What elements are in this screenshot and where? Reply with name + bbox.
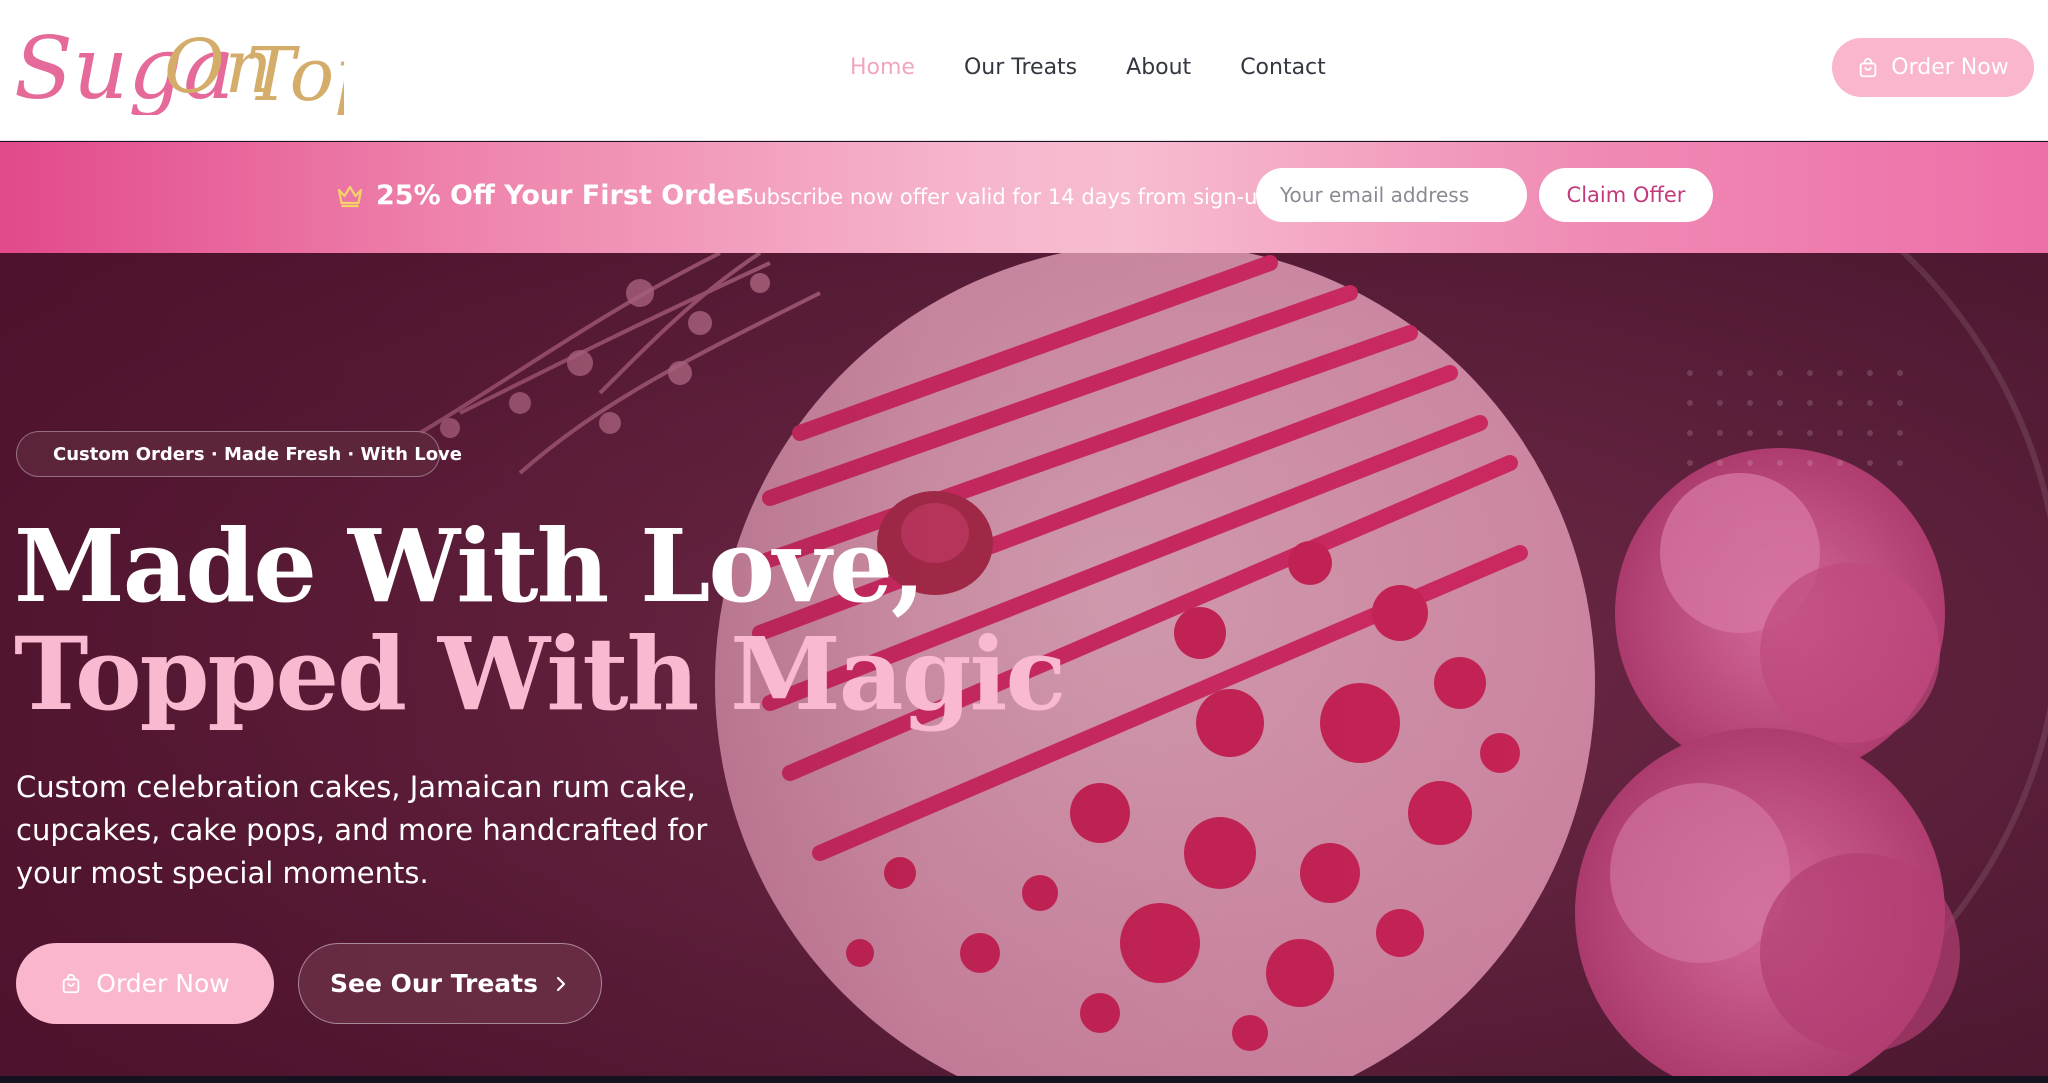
crown-icon: [337, 185, 363, 208]
hero-title-line-2: Topped With Magic: [14, 615, 1066, 733]
brand-logo[interactable]: Suga On Top: [14, 20, 344, 115]
nav-item-contact[interactable]: Contact: [1240, 50, 1326, 86]
main-nav: Home Our Treats About Contact: [850, 50, 1326, 86]
hero-title-line-1: Made With Love,: [14, 507, 926, 625]
promo-separator-dot: [710, 192, 715, 197]
see-our-treats-label: See Our Treats: [330, 969, 538, 998]
nav-item-about[interactable]: About: [1126, 50, 1191, 86]
nav-item-our-treats[interactable]: Our Treats: [964, 50, 1077, 86]
page-bottom-strip: [0, 1076, 2048, 1083]
header-order-now-button[interactable]: Order Now: [1832, 38, 2034, 97]
promo-banner: 25% Off Your First Order Subscribe now o…: [0, 142, 2048, 253]
nav-item-home[interactable]: Home: [850, 50, 915, 86]
chevron-right-icon: [556, 976, 566, 991]
promo-email-input[interactable]: [1256, 168, 1527, 222]
promo-subtitle: Subscribe now offer valid for 14 days fr…: [740, 185, 1271, 209]
hero-order-now-button[interactable]: Order Now: [16, 943, 274, 1024]
hero-title: Made With Love, Topped With Magic: [14, 507, 1066, 733]
shopping-bag-icon: [1860, 57, 1877, 77]
hero-badge: Custom Orders · Made Fresh · With Love: [16, 431, 462, 477]
claim-offer-button[interactable]: Claim Offer: [1539, 168, 1713, 222]
shopping-bag-icon: [63, 973, 80, 993]
site-header: Suga On Top Home Our Treats About Contac…: [0, 0, 2048, 141]
logo-wordmark: Suga On Top: [14, 20, 344, 115]
hero-badge-text: Custom Orders · Made Fresh · With Love: [53, 443, 462, 465]
hero-order-now-label: Order Now: [96, 969, 230, 998]
header-order-now-label: Order Now: [1891, 55, 2009, 80]
svg-text:Top: Top: [246, 32, 344, 115]
hero-description: Custom celebration cakes, Jamaican rum c…: [16, 770, 708, 890]
promo-title: 25% Off Your First Order: [376, 180, 749, 211]
see-our-treats-button[interactable]: See Our Treats: [298, 943, 602, 1024]
